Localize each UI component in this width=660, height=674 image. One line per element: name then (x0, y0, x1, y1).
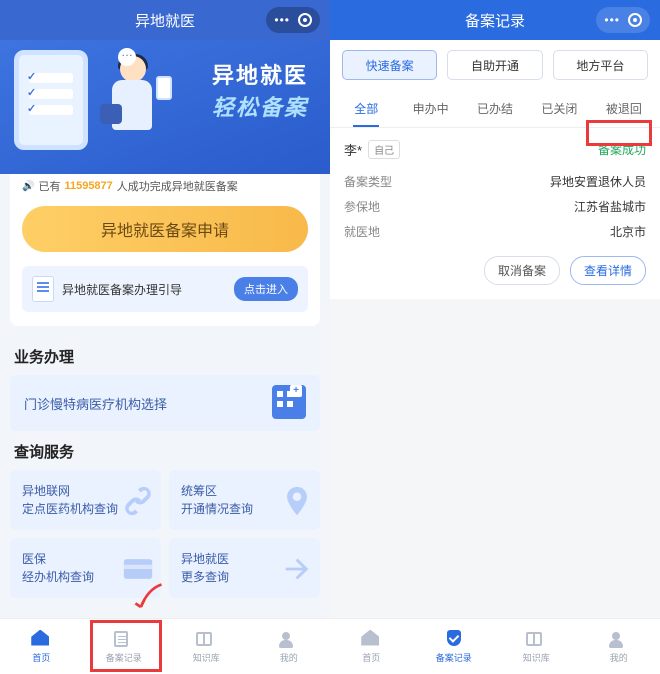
close-icon[interactable] (298, 13, 312, 27)
header-right: 备案记录 ••• (330, 0, 660, 40)
arrow-icon (280, 552, 314, 586)
tab-records[interactable]: 备案记录 (83, 619, 166, 674)
kv-row: 就医地北京市 (344, 219, 646, 244)
query-item[interactable]: 异地就医 更多查询 (169, 538, 320, 598)
capsule-menu[interactable]: ••• (596, 7, 650, 33)
query-item[interactable]: 异地联网 定点医药机构查询 (10, 470, 161, 530)
stat-line: 🔊 已有 11595877 人成功完成异地就医备案 (22, 178, 308, 194)
speaker-icon: 🔊 (22, 181, 34, 192)
seg-returned[interactable]: 被退回 (592, 90, 656, 127)
seg-done[interactable]: 已办结 (463, 90, 527, 127)
relation-tag: 自己 (368, 140, 400, 159)
page-title: 备案记录 (465, 10, 525, 31)
tab-knowledge[interactable]: 知识库 (495, 619, 578, 674)
phone-illustration (14, 50, 88, 150)
seg-closed[interactable]: 已关闭 (527, 90, 591, 127)
hero-line1: 异地就医 (212, 58, 308, 90)
stat-count: 11595877 (64, 180, 112, 192)
tab-knowledge[interactable]: 知识库 (165, 619, 248, 674)
speech-icon (118, 48, 136, 66)
tab-records[interactable]: 备案记录 (413, 619, 496, 674)
record-card: 李* 自己 备案成功 备案类型异地安置退休人员 参保地江苏省盐城市 就医地北京市… (330, 128, 660, 299)
biz-item[interactable]: 门诊慢特病医疗机构选择 (10, 375, 320, 431)
more-icon[interactable]: ••• (604, 13, 620, 27)
section-biz-title: 业务办理 (0, 336, 330, 375)
guide-text: 异地就医备案办理引导 (62, 281, 226, 298)
pill-quick[interactable]: 快速备案 (342, 50, 437, 80)
hero-line2: 轻松备案 (212, 90, 308, 122)
guide-row[interactable]: 异地就医备案办理引导 点击进入 (22, 266, 308, 312)
kv-row: 参保地江苏省盐城市 (344, 194, 646, 219)
section-query-title: 查询服务 (0, 431, 330, 470)
status-tabs: 全部 申办中 已办结 已关闭 被退回 (330, 90, 660, 128)
main-card: 🔊 已有 11595877 人成功完成异地就医备案 异地就医备案申请 异地就医备… (10, 166, 320, 326)
pill-local[interactable]: 地方平台 (553, 50, 648, 80)
tab-mine[interactable]: 我的 (578, 619, 660, 674)
shield-icon (447, 630, 461, 646)
pill-self[interactable]: 自助开通 (447, 50, 542, 80)
tab-home[interactable]: 首页 (0, 619, 83, 674)
card-icon (121, 552, 155, 586)
view-detail-button[interactable]: 查看详情 (570, 256, 646, 285)
apply-button[interactable]: 异地就医备案申请 (22, 206, 308, 252)
seg-all[interactable]: 全部 (334, 90, 398, 127)
cancel-record-button[interactable]: 取消备案 (484, 256, 560, 285)
page-title: 异地就医 (135, 10, 195, 31)
tab-mine[interactable]: 我的 (248, 619, 331, 674)
guide-enter-button[interactable]: 点击进入 (234, 277, 298, 301)
location-icon (280, 484, 314, 518)
close-icon[interactable] (628, 13, 642, 27)
tab-bar-right: 首页 备案记录 知识库 我的 (330, 618, 660, 674)
tab-home[interactable]: 首页 (330, 619, 413, 674)
person-illustration (98, 56, 158, 146)
capsule-menu[interactable]: ••• (266, 7, 320, 33)
query-item[interactable]: 医保 经办机构查询 (10, 538, 161, 598)
header-left: 异地就医 ••• (0, 0, 330, 40)
record-name: 李* 自己 (344, 140, 400, 159)
hero-banner: 异地就医 轻松备案 (0, 40, 330, 174)
hospital-icon (272, 385, 306, 419)
document-icon (32, 276, 54, 302)
link-icon (121, 484, 155, 518)
query-item[interactable]: 统筹区 开通情况查询 (169, 470, 320, 530)
mode-pills: 快速备案 自助开通 地方平台 (330, 40, 660, 90)
tab-bar-left: 首页 备案记录 知识库 我的 (0, 618, 330, 674)
kv-row: 备案类型异地安置退休人员 (344, 169, 646, 194)
more-icon[interactable]: ••• (274, 13, 290, 27)
seg-processing[interactable]: 申办中 (398, 90, 462, 127)
record-status: 备案成功 (598, 141, 646, 158)
